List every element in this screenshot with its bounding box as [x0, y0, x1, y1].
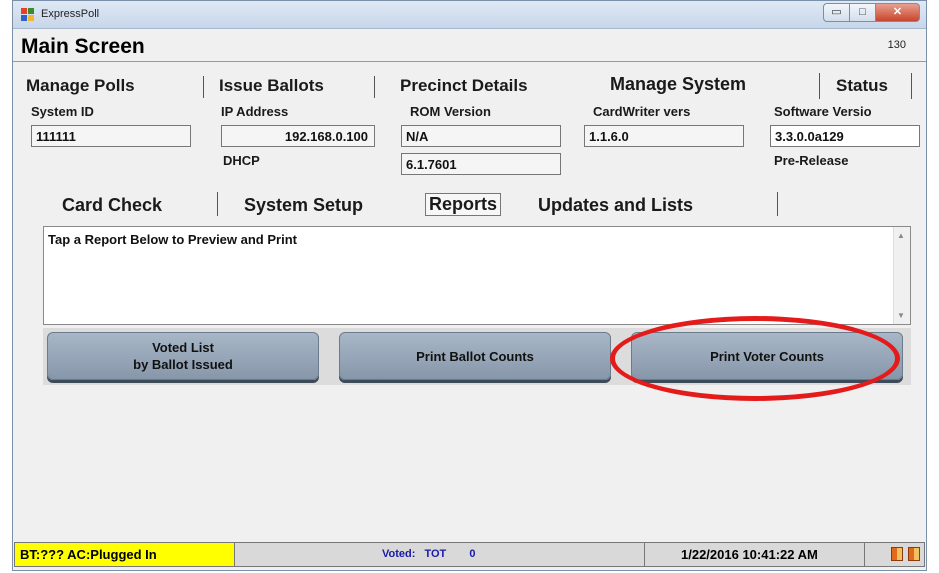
- voted-list-label-line1: Voted List: [152, 340, 214, 355]
- screen-number: 130: [887, 39, 906, 51]
- cardwriter-version-field: 1.1.6.0: [584, 125, 744, 147]
- report-button-row: Voted List by Ballot Issued Print Ballot…: [43, 328, 911, 385]
- tab-reports[interactable]: Reports: [425, 193, 502, 216]
- app-icon: [21, 8, 35, 22]
- printer-status-icon: [891, 547, 903, 561]
- battery-status: BT:??? AC:Plugged In: [15, 543, 235, 566]
- software-version-label: Software Versio: [774, 104, 872, 119]
- tab-divider: [819, 73, 820, 99]
- tab-manage-system[interactable]: Manage System: [610, 74, 746, 95]
- print-voter-counts-label: Print Voter Counts: [710, 348, 824, 364]
- window-title: ExpressPoll: [41, 8, 100, 20]
- tab-precinct-details[interactable]: Precinct Details: [400, 76, 528, 96]
- cardwriter-status-icon: [908, 547, 920, 561]
- scroll-down-icon[interactable]: ▼: [897, 311, 905, 320]
- tab-divider: [374, 76, 375, 98]
- voted-list-label-line2: by Ballot Issued: [133, 357, 233, 372]
- tab-divider: [911, 73, 912, 99]
- tab-card-check[interactable]: Card Check: [62, 195, 162, 216]
- tab-updates-and-lists[interactable]: Updates and Lists: [538, 195, 693, 216]
- pre-release-label: Pre-Release: [774, 153, 849, 168]
- tab-issue-ballots[interactable]: Issue Ballots: [219, 76, 324, 96]
- tab-status[interactable]: Status: [836, 76, 888, 96]
- system-id-label: System ID: [31, 104, 94, 119]
- dhcp-label: DHCP: [223, 153, 260, 168]
- minimize-button[interactable]: ▭: [823, 3, 850, 22]
- ip-address-field: 192.168.0.100: [221, 125, 375, 147]
- print-voter-counts-button[interactable]: Print Voter Counts: [631, 332, 903, 380]
- system-id-field: 111111: [31, 125, 191, 147]
- voted-tot: TOT: [424, 548, 447, 560]
- datetime-status: 1/22/2016 10:41:22 AM: [645, 543, 865, 566]
- ip-address-label: IP Address: [221, 104, 289, 119]
- voted-status: Voted: TOT 0: [235, 543, 645, 566]
- tab-system-setup[interactable]: System Setup: [244, 195, 363, 216]
- report-scrollbar[interactable]: ▲ ▼: [893, 227, 910, 324]
- voted-count: 0: [469, 548, 476, 560]
- close-button[interactable]: ✕: [876, 3, 920, 22]
- cardwriter-version-label: CardWriter vers: [593, 104, 691, 119]
- print-ballot-counts-label: Print Ballot Counts: [416, 348, 534, 364]
- software-version-field: 3.3.0.0a129: [770, 125, 920, 147]
- voted-list-button[interactable]: Voted List by Ballot Issued: [47, 332, 319, 380]
- report-instructions: Tap a Report Below to Preview and Print: [48, 232, 297, 247]
- page-title: Main Screen: [21, 35, 145, 58]
- tab-divider: [777, 192, 778, 216]
- scroll-up-icon[interactable]: ▲: [897, 231, 905, 240]
- tab-divider: [203, 76, 204, 98]
- rom-version-field: N/A: [401, 125, 561, 147]
- report-preview-box[interactable]: Tap a Report Below to Preview and Print …: [43, 226, 911, 325]
- tab-divider: [217, 192, 218, 216]
- status-bar: BT:??? AC:Plugged In Voted: TOT 0 1/22/2…: [14, 542, 925, 567]
- print-ballot-counts-button[interactable]: Print Ballot Counts: [339, 332, 611, 380]
- maximize-button[interactable]: □: [850, 3, 876, 22]
- screen-header: Main Screen 130: [13, 30, 926, 62]
- rom-build-field: 6.1.7601: [401, 153, 561, 175]
- title-bar: ExpressPoll ▭ □ ✕: [13, 1, 926, 29]
- voted-label: Voted:: [382, 548, 416, 560]
- expresspoll-window: ExpressPoll ▭ □ ✕ Main Screen 130 Manage…: [12, 0, 927, 571]
- tab-manage-polls[interactable]: Manage Polls: [26, 76, 135, 96]
- rom-version-label: ROM Version: [410, 104, 491, 119]
